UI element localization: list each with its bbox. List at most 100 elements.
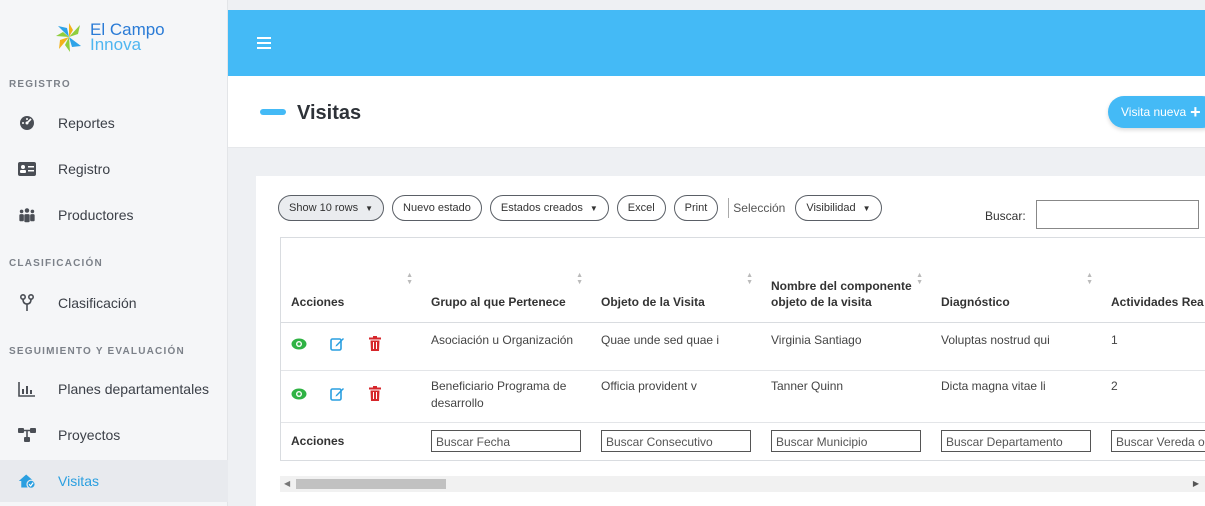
home-check-icon <box>18 472 36 490</box>
sort-icon: ▲ ▼ <box>1086 272 1093 286</box>
sidebar-item-label: Clasificación <box>58 295 137 311</box>
column-header-label: Objeto de la Visita <box>601 294 705 309</box>
excel-label: Excel <box>627 202 655 214</box>
sidebar-item-visitas[interactable]: Visitas <box>0 460 228 502</box>
sidebar-item-label: Visitas <box>58 473 99 489</box>
cell-nombre: Tanner Quinn <box>761 370 931 423</box>
caret-down-icon: ▼ <box>862 203 871 213</box>
show-rows-label: Show 10 rows <box>289 202 359 214</box>
users-icon <box>18 206 36 224</box>
sidebar-item-productores[interactable]: Productores <box>0 194 228 236</box>
filter-consecutivo-input[interactable]: Buscar Consecutivo <box>601 430 751 453</box>
visibility-label: Visibilidad <box>806 202 856 214</box>
logo-pinwheel-icon <box>56 23 81 52</box>
sidebar: El Campo Innova REGISTRO Reportes Regist… <box>0 0 228 506</box>
column-header-label: Grupo al que Pertenece <box>431 294 566 309</box>
new-state-button[interactable]: Nuevo estado <box>392 195 482 221</box>
scrollbar-thumb[interactable] <box>296 479 446 489</box>
created-states-label: Estados creados <box>500 202 583 214</box>
cell-grupo: Beneficiario Programa de desarrollo <box>421 370 591 423</box>
filter-row-label: Acciones <box>291 433 345 448</box>
column-header-label: Actividades Rea <box>1111 294 1204 309</box>
sort-icon: ▲ ▼ <box>916 272 923 286</box>
actions-cell <box>281 370 421 423</box>
excel-button[interactable]: Excel <box>616 195 666 221</box>
cell-grupo: Asociación u Organización <box>421 322 591 371</box>
sort-icon: ▲ ▼ <box>746 272 753 286</box>
sidebar-item-planes[interactable]: Planes departamentales <box>0 368 228 410</box>
created-states-dropdown[interactable]: Estados creados ▼ <box>489 195 609 221</box>
delete-icon[interactable] <box>367 336 383 352</box>
column-header-grupo[interactable]: Grupo al que Pertenece ▲ ▼ <box>421 238 591 323</box>
sidebar-item-proyectos[interactable]: Proyectos <box>0 414 228 456</box>
table-header-row: Acciones ▲ ▼ Grupo al que Pertenece ▲ ▼ Obje… <box>281 238 1205 323</box>
column-header-objeto[interactable]: Objeto de la Visita ▲ ▼ <box>591 238 761 323</box>
show-rows-dropdown[interactable]: Show 10 rows ▼ <box>278 195 385 221</box>
column-header-label: Diagnóstico <box>941 294 1010 309</box>
column-header-nombre[interactable]: Nombre del componente objeto de la visit… <box>761 238 931 323</box>
cell-actividades: 1 <box>1101 322 1205 371</box>
filter-fecha-input[interactable]: Buscar Fecha <box>431 430 581 453</box>
visibility-dropdown[interactable]: Visibilidad ▼ <box>795 195 882 221</box>
view-icon[interactable] <box>291 336 307 352</box>
column-header-acciones[interactable]: Acciones ▲ ▼ <box>281 238 421 323</box>
sidebar-item-reportes[interactable]: Reportes <box>0 102 228 144</box>
edit-icon[interactable] <box>329 386 345 402</box>
filter-vereda-input[interactable]: Buscar Vereda o <box>1111 430 1205 453</box>
cell-objeto: Officia provident v <box>591 370 761 423</box>
sort-icon: ▲ ▼ <box>576 272 583 286</box>
column-header-actividades[interactable]: Actividades Rea <box>1101 238 1205 323</box>
filter-departamento-input[interactable]: Buscar Departamento <box>941 430 1091 453</box>
logo[interactable]: El Campo Innova <box>54 20 165 54</box>
column-header-label: Acciones <box>291 294 345 309</box>
horizontal-scrollbar[interactable]: ◀ ▶ <box>280 476 1205 492</box>
branch-icon <box>18 294 36 312</box>
search-input[interactable] <box>1036 200 1199 229</box>
toolbar-divider <box>728 198 730 218</box>
sidebar-item-label: Reportes <box>58 115 115 131</box>
caret-down-icon: ▼ <box>365 203 374 213</box>
plus-icon: + <box>1190 102 1201 122</box>
cell-nombre: Virginia Santiago <box>761 322 931 371</box>
sidebar-item-registro[interactable]: Registro <box>0 148 228 190</box>
bar-chart-icon <box>18 380 36 398</box>
table-row: Asociación u Organización Quae unde sed … <box>281 322 1205 371</box>
view-icon[interactable] <box>291 386 307 402</box>
section-title-seguimiento: SEGUIMIENTO Y EVALUACIÓN <box>9 346 185 357</box>
cell-diagnostico: Dicta magna vitae li <box>931 370 1101 423</box>
cell-actividades: 2 <box>1101 370 1205 423</box>
table-row: Beneficiario Programa de desarrollo Offi… <box>281 370 1205 423</box>
sidebar-item-label: Planes departamentales <box>58 381 209 397</box>
menu-icon[interactable] <box>257 37 271 49</box>
sidebar-item-label: Proyectos <box>58 427 121 443</box>
page-title: Visitas <box>297 102 362 124</box>
brand-line2: Innova <box>90 35 142 54</box>
page-header: Visitas Visita nueva + <box>228 76 1205 148</box>
sidebar-item-label: Registro <box>58 161 111 177</box>
caret-down-icon: ▼ <box>589 203 598 213</box>
project-icon <box>18 426 36 444</box>
scroll-left-icon[interactable]: ◀ <box>284 479 290 488</box>
sidebar-item-label: Productores <box>58 207 134 223</box>
edit-icon[interactable] <box>329 336 345 352</box>
filter-municipio-input[interactable]: Buscar Municipio <box>771 430 921 453</box>
sort-icon: ▲ ▼ <box>406 272 413 286</box>
column-header-diagnostico[interactable]: Diagnóstico ▲ ▼ <box>931 238 1101 323</box>
sidebar-item-clasificacion[interactable]: Clasificación <box>0 282 228 324</box>
top-bar <box>228 10 1205 76</box>
section-title-clasificacion: CLASIFICACIÓN <box>9 258 103 269</box>
print-button[interactable]: Print <box>673 195 719 221</box>
selection-label: Selección <box>733 201 786 215</box>
scroll-right-icon[interactable]: ▶ <box>1193 479 1199 488</box>
title-accent <box>260 109 286 115</box>
delete-icon[interactable] <box>367 386 383 402</box>
new-visit-label: Visita nueva <box>1121 105 1187 119</box>
table-filter-row: Acciones Buscar Fecha Buscar Consecutivo… <box>281 422 1205 460</box>
cell-diagnostico: Voluptas nostrud qui <box>931 322 1101 371</box>
dashboard-icon <box>18 114 36 132</box>
table-toolbar: Show 10 rows ▼ Nuevo estado Estados crea… <box>278 194 890 222</box>
new-visit-button[interactable]: Visita nueva + <box>1108 96 1205 128</box>
search-label: Buscar: <box>985 209 1026 223</box>
column-header-label: Nombre del componente objeto de la visit… <box>771 278 912 309</box>
print-label: Print <box>684 202 708 214</box>
